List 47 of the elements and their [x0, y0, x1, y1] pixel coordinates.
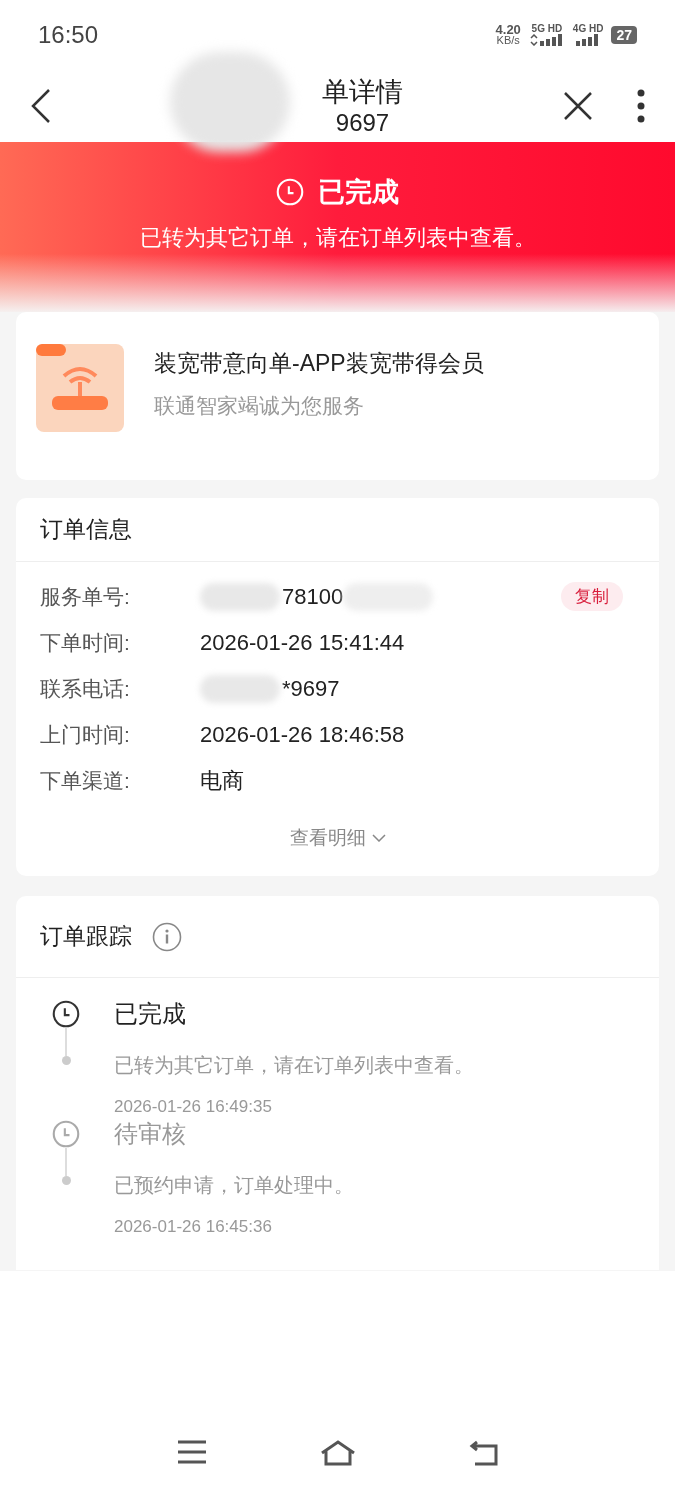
- more-icon[interactable]: [637, 89, 645, 123]
- clock-icon: [52, 1119, 80, 1148]
- field-value: 电商: [200, 767, 244, 795]
- router-icon: [36, 343, 124, 432]
- menu-icon[interactable]: [176, 1440, 207, 1464]
- page-title: 单详情: [322, 76, 403, 109]
- copy-button[interactable]: 复制: [561, 581, 623, 612]
- sim-label: 4G HD: [572, 24, 604, 34]
- speed-unit: KB/s: [496, 35, 520, 46]
- field-value: *9697: [282, 675, 340, 703]
- status-title: 已完成: [318, 176, 399, 209]
- event-time: 2026-01-26 16:49:35: [114, 1096, 273, 1118]
- section-heading: 订单跟踪: [40, 922, 132, 952]
- close-icon[interactable]: [563, 91, 593, 121]
- event-detail: 已转为其它订单，请在订单列表中查看。: [114, 1053, 474, 1078]
- event-title: 已完成: [114, 1000, 187, 1028]
- field-value: 78100: [282, 583, 344, 611]
- network-speed: 4.20: [495, 24, 521, 35]
- clock-icon: [276, 178, 304, 207]
- event-title: 待审核: [114, 1119, 187, 1148]
- section-heading: 订单信息: [40, 514, 132, 544]
- timeline-line: [65, 1147, 67, 1176]
- back-icon[interactable]: [468, 1440, 499, 1466]
- field-label: 服务单号:: [40, 583, 131, 610]
- clock-icon: [52, 1000, 80, 1028]
- info-icon[interactable]: [152, 921, 182, 952]
- sim-label: 5G HD: [531, 24, 563, 34]
- field-label: 下单渠道:: [40, 767, 131, 794]
- status-time: 16:50: [38, 20, 99, 50]
- signal-icon: [528, 34, 565, 46]
- page-subtitle: 9697: [335, 109, 390, 137]
- field-value: 2026-01-26 18:46:58: [200, 721, 405, 749]
- status-message: 已转为其它订单，请在订单列表中查看。: [139, 223, 536, 252]
- product-subtitle: 联通智家竭诚为您服务: [154, 393, 365, 419]
- field-label: 联系电话:: [40, 675, 131, 702]
- field-label: 下单时间:: [40, 629, 131, 656]
- field-value: 2026-01-26 15:41:44: [200, 629, 405, 657]
- field-label: 上门时间:: [40, 721, 131, 748]
- event-detail: 已预约申请，订单处理中。: [114, 1172, 354, 1198]
- battery-indicator: 27: [611, 26, 637, 44]
- timeline-line: [65, 1028, 67, 1056]
- event-time: 2026-01-26 16:45:36: [114, 1215, 273, 1238]
- view-details-link[interactable]: 查看明细: [289, 823, 366, 852]
- back-icon[interactable]: [30, 88, 52, 124]
- product-title: 装宽带意向单-APP装宽带得会员: [154, 348, 484, 378]
- home-icon[interactable]: [319, 1440, 356, 1466]
- chevron-down-icon: [371, 833, 386, 842]
